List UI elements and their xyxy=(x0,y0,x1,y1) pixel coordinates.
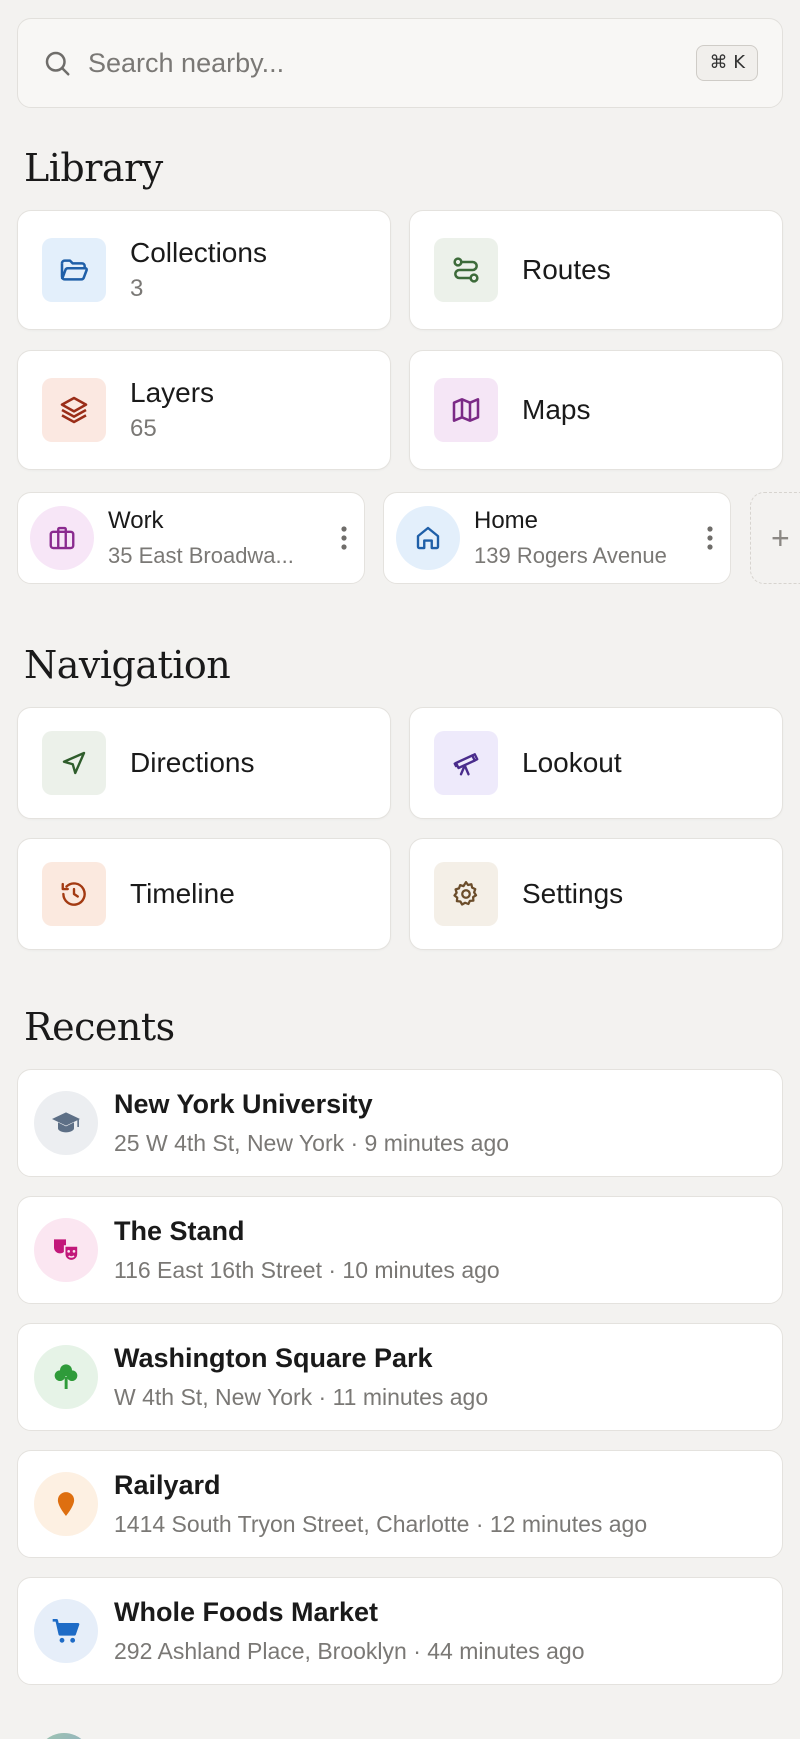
avatar xyxy=(36,1733,92,1739)
recent-item[interactable]: Washington Square Park W 4th St, New Yor… xyxy=(17,1323,783,1431)
layers-icon xyxy=(42,378,106,442)
recent-name: Railyard xyxy=(114,1470,221,1500)
tile-layers[interactable]: Layers 65 xyxy=(17,350,391,470)
recent-name: The Stand xyxy=(114,1216,245,1246)
library-heading: Library xyxy=(24,146,163,190)
tile-settings[interactable]: Settings xyxy=(409,838,783,950)
tile-count: 3 xyxy=(130,275,144,302)
search-icon xyxy=(45,51,70,76)
recent-name: Washington Square Park xyxy=(114,1343,433,1373)
shopping-cart-icon xyxy=(34,1599,98,1663)
place-address: 139 Rogers Avenue xyxy=(474,543,667,568)
recent-detail: 1414 South Tryon Street, Charlotte · 12 … xyxy=(114,1511,648,1537)
theater-masks-icon xyxy=(34,1218,98,1282)
more-options-icon[interactable] xyxy=(324,525,364,551)
add-place-button[interactable]: + xyxy=(750,492,800,584)
history-icon xyxy=(42,862,106,926)
briefcase-icon xyxy=(30,506,94,570)
tile-count: 65 xyxy=(130,415,157,442)
telescope-icon xyxy=(434,731,498,795)
search-input[interactable] xyxy=(88,47,697,79)
tile-label: Directions xyxy=(130,747,255,778)
tile-label: Settings xyxy=(522,878,624,909)
recent-detail: W 4th St, New York · 11 minutes ago xyxy=(114,1384,489,1410)
tile-collections[interactable]: Collections 3 xyxy=(17,210,391,330)
tile-label: Layers xyxy=(130,377,215,408)
navigation-arrow-icon xyxy=(42,731,106,795)
saved-place-work[interactable]: Work 35 East Broadwa... xyxy=(17,492,365,584)
recent-detail: 25 W 4th St, New York · 9 minutes ago xyxy=(114,1130,510,1156)
map-icon xyxy=(434,378,498,442)
place-name: Home xyxy=(474,507,539,534)
plus-icon: + xyxy=(771,519,790,556)
tile-label: Timeline xyxy=(130,878,235,909)
recents-heading: Recents xyxy=(24,1005,175,1049)
tile-label: Collections xyxy=(130,237,267,268)
recent-item[interactable]: New York University 25 W 4th St, New Yor… xyxy=(17,1069,783,1177)
more-options-icon[interactable] xyxy=(690,525,730,551)
tile-label: Maps xyxy=(522,394,591,425)
tree-icon xyxy=(34,1345,98,1409)
app-screen: ⌘ K Library Collections 3 Routes Layers … xyxy=(0,0,800,1739)
recent-name: New York University xyxy=(114,1089,373,1119)
place-name: Work xyxy=(108,507,164,534)
recent-detail: 116 East 16th Street · 10 minutes ago xyxy=(114,1257,500,1283)
tile-lookout[interactable]: Lookout xyxy=(409,707,783,819)
gear-icon xyxy=(434,862,498,926)
recent-item[interactable]: The Stand 116 East 16th Street · 10 minu… xyxy=(17,1196,783,1304)
navigation-heading: Navigation xyxy=(24,643,231,687)
route-icon xyxy=(434,238,498,302)
recent-item[interactable]: Whole Foods Market 292 Ashland Place, Br… xyxy=(17,1577,783,1685)
map-pin-icon xyxy=(34,1472,98,1536)
place-address: 35 East Broadwa... xyxy=(108,543,294,568)
graduation-cap-icon xyxy=(34,1091,98,1155)
tile-maps[interactable]: Maps xyxy=(409,350,783,470)
tile-label: Lookout xyxy=(522,747,622,778)
tile-routes[interactable]: Routes xyxy=(409,210,783,330)
recent-detail: 292 Ashland Place, Brooklyn · 44 minutes… xyxy=(114,1638,585,1664)
tile-directions[interactable]: Directions xyxy=(17,707,391,819)
keyboard-shortcut-badge: ⌘ K xyxy=(696,45,758,81)
recent-name: Whole Foods Market xyxy=(114,1597,379,1627)
home-icon xyxy=(396,506,460,570)
recent-item[interactable]: Railyard 1414 South Tryon Street, Charlo… xyxy=(17,1450,783,1558)
saved-place-home[interactable]: Home 139 Rogers Avenue xyxy=(383,492,731,584)
folder-open-icon xyxy=(42,238,106,302)
tile-label: Routes xyxy=(522,254,611,285)
tile-timeline[interactable]: Timeline xyxy=(17,838,391,950)
search-bar[interactable]: ⌘ K xyxy=(17,18,783,108)
